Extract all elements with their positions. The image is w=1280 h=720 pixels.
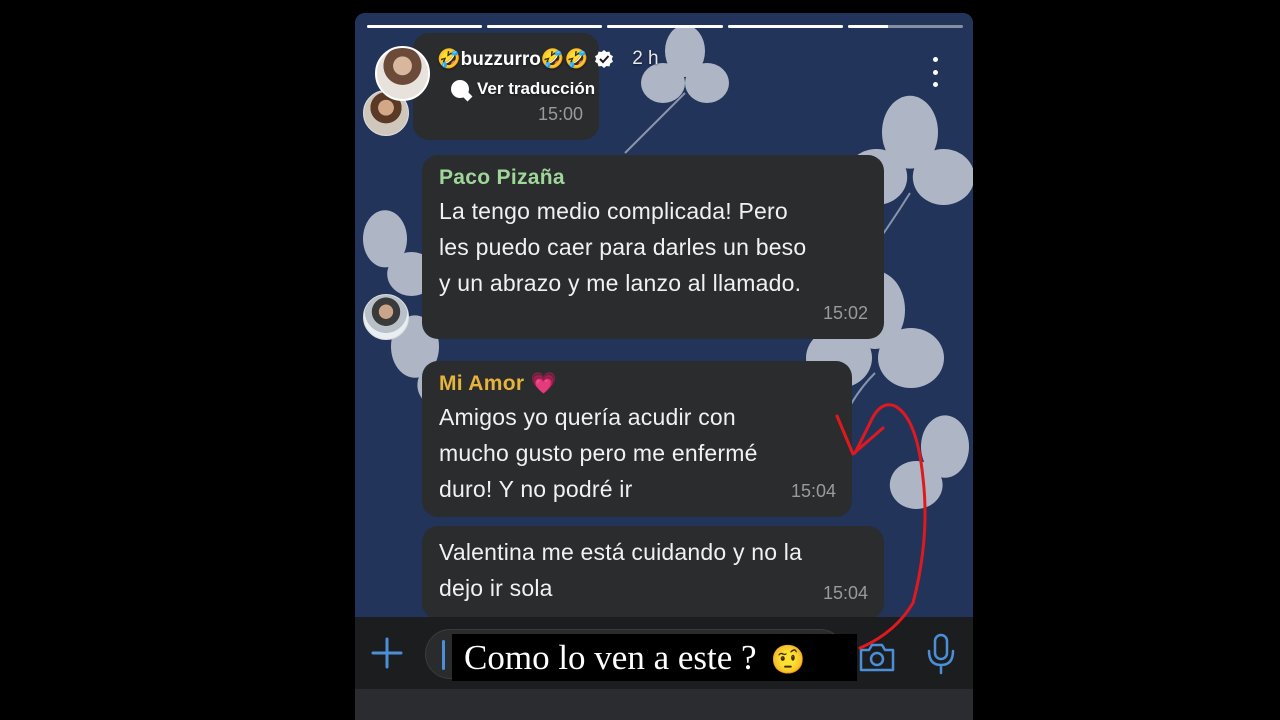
story-time-ago: 2 h — [632, 48, 659, 69]
progress-segment — [847, 25, 964, 28]
see-translation-button[interactable]: Ver traducción — [451, 79, 595, 99]
message-sender: Mi Amor 💗 — [439, 372, 557, 395]
story-caption: Como lo ven a este ? 🤨 — [452, 634, 857, 681]
message-time: 15:02 — [822, 303, 868, 323]
bottom-strip — [355, 689, 973, 720]
progress-segment — [607, 25, 723, 28]
progress-fill — [607, 25, 723, 28]
progress-segment — [727, 25, 843, 28]
progress-segment — [367, 25, 483, 28]
story-username[interactable]: 🤣buzzurro🤣🤣 — [437, 47, 588, 71]
story-header: 🤣buzzurro🤣🤣 2 h — [437, 45, 659, 73]
progress-fill — [367, 25, 483, 28]
caption-emoji: 🤨 — [770, 643, 806, 676]
red-arrow-annotation — [835, 403, 927, 650]
progress-fill — [727, 25, 843, 28]
verified-badge-icon — [595, 50, 614, 68]
story-progress — [367, 25, 964, 28]
translate-label: Ver traducción — [477, 79, 596, 98]
chat-avatar — [363, 294, 409, 340]
message-text: La tengo medio complicada! Pero les pued… — [439, 198, 807, 296]
message-time: 15:00 — [537, 104, 583, 124]
screen: 15:00 Paco Pizaña La tengo medio complic… — [0, 0, 1280, 720]
message-text: Amigos yo quería acudir con mucho gusto … — [439, 404, 758, 502]
message-bubble: Mi Amor 💗 Amigos yo quería acudir con mu… — [422, 361, 852, 517]
message-sender: Paco Pizaña — [439, 166, 565, 189]
story-avatar[interactable] — [375, 46, 430, 101]
progress-fill — [847, 25, 889, 28]
translate-icon — [451, 80, 469, 98]
message-text: Valentina me está cuidando y no la dejo … — [439, 539, 803, 601]
text-cursor — [442, 640, 445, 670]
plus-icon[interactable] — [369, 635, 405, 671]
more-vertical-icon[interactable] — [927, 57, 943, 87]
story-viewer[interactable]: 15:00 Paco Pizaña La tengo medio complic… — [355, 13, 973, 720]
message-bubble: Valentina me está cuidando y no la dejo … — [422, 526, 884, 619]
message-bubble: Paco Pizaña La tengo medio complicada! P… — [422, 155, 884, 339]
caption-text: Como lo ven a este ? — [464, 638, 757, 677]
progress-fill — [487, 25, 603, 28]
progress-segment — [487, 25, 603, 28]
